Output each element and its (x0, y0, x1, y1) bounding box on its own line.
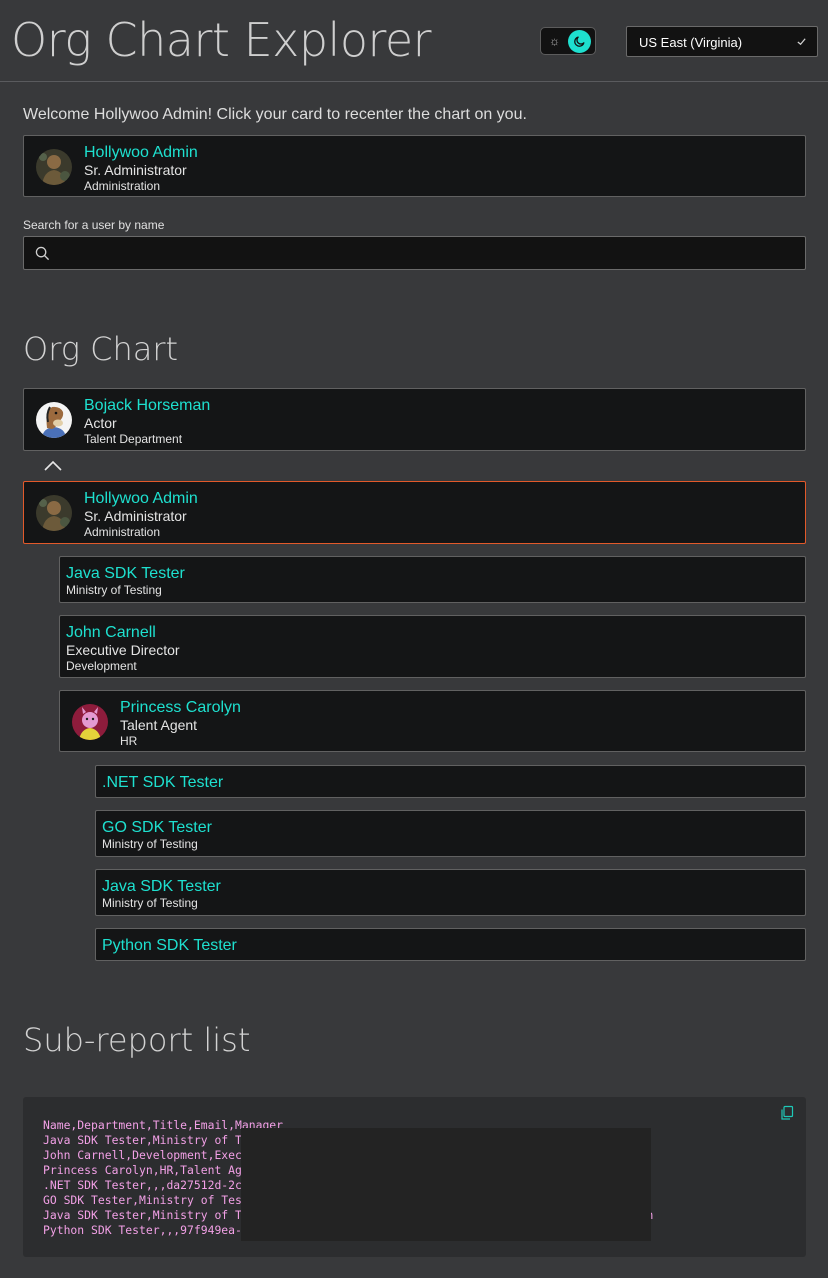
user-name: Hollywoo Admin (84, 144, 198, 161)
avatar (36, 149, 72, 185)
report-title: Talent Agent (120, 717, 198, 733)
avatar (36, 495, 72, 531)
report-department: HR (120, 734, 138, 748)
redacted-region (241, 1128, 651, 1241)
theme-toggle-knob (568, 30, 591, 53)
manager-department: Talent Department (84, 432, 183, 446)
sub-report-name: .NET SDK Tester (102, 774, 224, 791)
csv-code-block: Name,Department,Title,Email,Manager Java… (23, 1097, 806, 1257)
report-department: Development (66, 659, 137, 673)
region-select-value: US East (Virginia) (639, 35, 743, 50)
user-department: Administration (84, 179, 161, 193)
manager-card[interactable]: Bojack Horseman Actor Talent Department (23, 388, 806, 451)
current-user-department: Administration (84, 525, 161, 539)
welcome-message: Welcome Hollywoo Admin! Click your card … (23, 106, 527, 123)
sub-report-card[interactable]: GO SDK Tester Ministry of Testing (95, 810, 806, 857)
avatar (36, 402, 72, 438)
sub-report-name: Python SDK Tester (102, 937, 237, 954)
current-user-card[interactable]: Hollywoo Admin Sr. Administrator Adminis… (23, 481, 806, 544)
region-select[interactable]: US East (Virginia) (626, 26, 818, 57)
sun-icon: ☼ (549, 34, 560, 48)
org-chart-heading: Org Chart (23, 330, 179, 368)
report-department: Ministry of Testing (66, 583, 162, 597)
current-user-name: Hollywoo Admin (84, 490, 198, 507)
chevron-up-icon[interactable] (43, 459, 63, 473)
sub-report-name: GO SDK Tester (102, 819, 212, 836)
manager-name: Bojack Horseman (84, 397, 211, 414)
theme-toggle[interactable]: ☼ (540, 27, 596, 55)
report-name: Princess Carolyn (120, 699, 241, 716)
report-card[interactable]: Princess Carolyn Talent Agent HR (59, 690, 806, 752)
sub-report-department: Ministry of Testing (102, 837, 198, 851)
sub-report-card[interactable]: .NET SDK Tester (95, 765, 806, 798)
app-title: Org Chart Explorer (11, 13, 432, 67)
moon-icon (574, 36, 585, 47)
csv-line: .NET SDK Tester,,,da27512d-2c (43, 1178, 242, 1192)
check-icon (797, 38, 806, 46)
sub-report-card[interactable]: Java SDK Tester Ministry of Testing (95, 869, 806, 916)
csv-line: John Carnell,Development,Exec (43, 1148, 242, 1162)
app-header: Org Chart Explorer ☼ US East (Virginia) (0, 0, 828, 82)
report-card[interactable]: Java SDK Tester Ministry of Testing (59, 556, 806, 603)
sub-report-list-heading: Sub-report list (23, 1021, 251, 1059)
report-card[interactable]: John Carnell Executive Director Developm… (59, 615, 806, 678)
search-box[interactable] (23, 236, 806, 270)
manager-title: Actor (84, 415, 117, 431)
report-name: John Carnell (66, 624, 156, 641)
avatar (72, 704, 108, 740)
search-icon (35, 246, 50, 261)
report-title: Executive Director (66, 642, 180, 658)
report-name: Java SDK Tester (66, 565, 185, 582)
sub-report-card[interactable]: Python SDK Tester (95, 928, 806, 961)
user-title: Sr. Administrator (84, 162, 187, 178)
search-label: Search for a user by name (23, 218, 165, 232)
copy-icon[interactable] (779, 1105, 795, 1121)
search-input[interactable] (60, 241, 790, 265)
current-user-title: Sr. Administrator (84, 508, 187, 524)
my-user-card[interactable]: Hollywoo Admin Sr. Administrator Adminis… (23, 135, 806, 197)
sub-report-department: Ministry of Testing (102, 896, 198, 910)
sub-report-name: Java SDK Tester (102, 878, 221, 895)
